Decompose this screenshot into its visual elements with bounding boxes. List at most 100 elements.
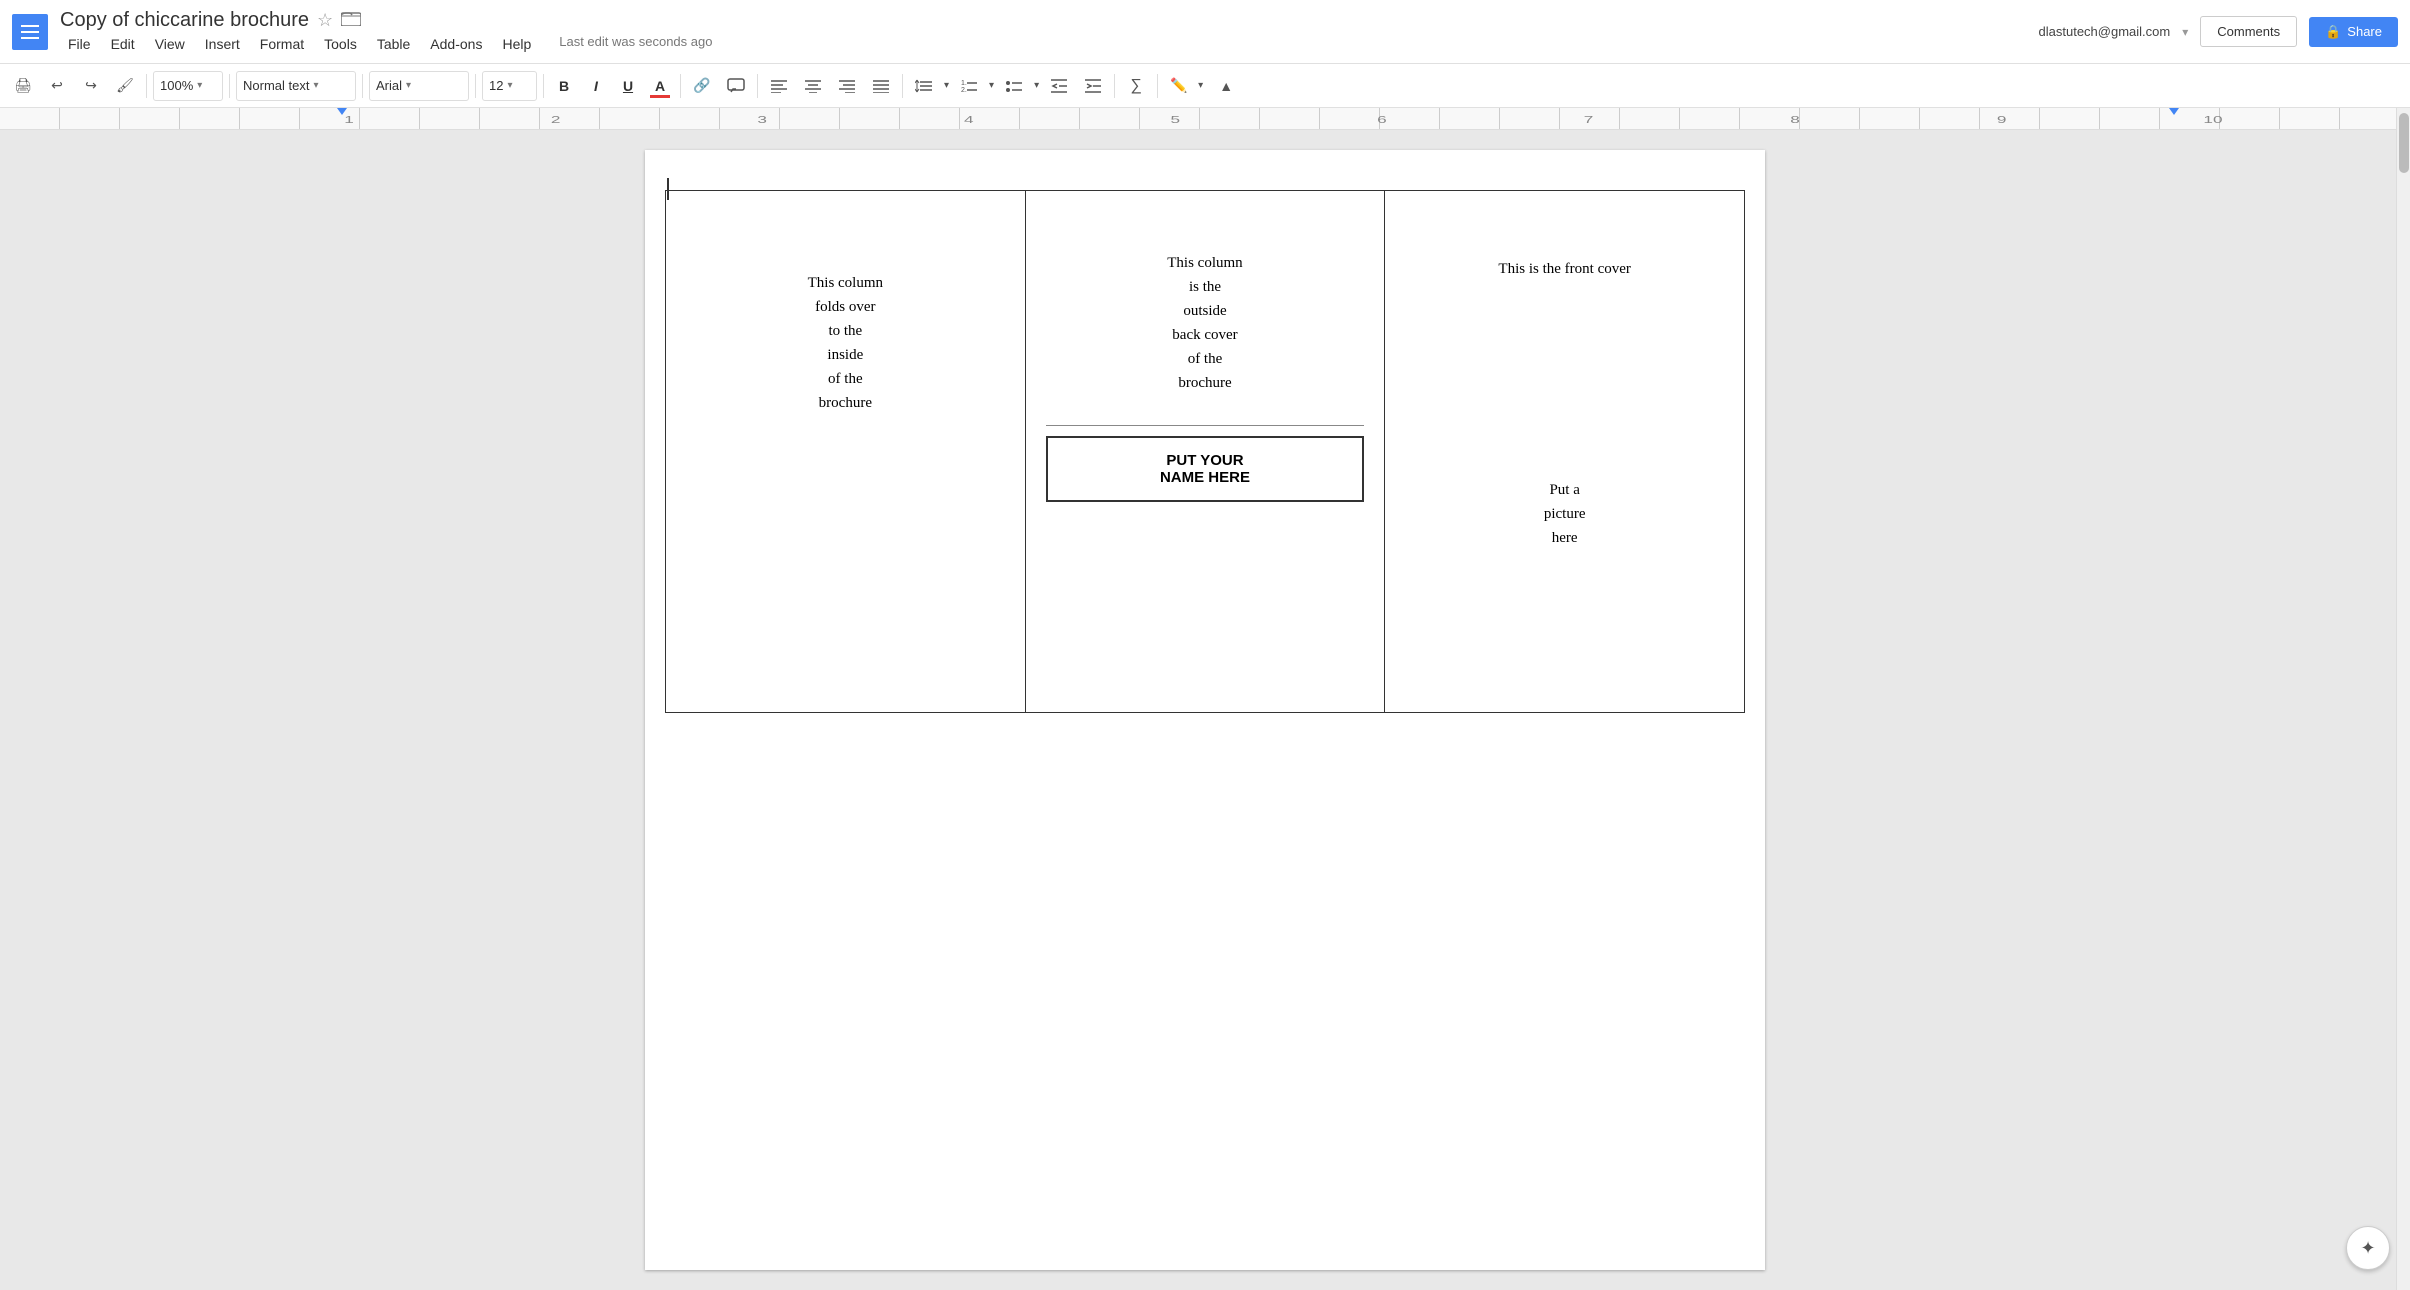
decrease-indent-button[interactable]	[1044, 71, 1074, 101]
text-color-button[interactable]: A	[646, 72, 674, 100]
font-selector[interactable]: Arial ▾	[369, 71, 469, 101]
zoom-value: 100%	[160, 78, 193, 93]
page: This column folds over to the inside of …	[645, 150, 1765, 1270]
column-3-top-text: This is the front cover	[1405, 211, 1724, 478]
separator-7	[757, 74, 758, 98]
folder-icon	[341, 10, 361, 31]
numbered-list-button[interactable]: 1.2.	[954, 71, 984, 101]
document-title-area: Copy of chiccarine brochure ☆ File Edit …	[60, 9, 2039, 54]
font-value: Arial	[376, 78, 402, 93]
scrollbar-thumb[interactable]	[2399, 113, 2409, 173]
separator-3	[362, 74, 363, 98]
separator-4	[475, 74, 476, 98]
size-value: 12	[489, 78, 503, 93]
svg-text:6: 6	[1377, 114, 1387, 125]
menu-edit[interactable]: Edit	[103, 34, 143, 54]
ruler: 1 2 3 4 5 6 7 8 9 10	[0, 108, 2410, 130]
explore-button[interactable]: ✦	[2346, 1226, 2390, 1270]
separator-2	[229, 74, 230, 98]
style-value: Normal text	[243, 78, 309, 93]
share-label: Share	[2347, 24, 2382, 39]
svg-text:2: 2	[551, 114, 561, 125]
italic-button[interactable]: I	[582, 72, 610, 100]
align-center-button[interactable]	[798, 71, 828, 101]
bullet-list-button[interactable]	[999, 71, 1029, 101]
font-arrow: ▾	[406, 80, 411, 91]
header-right: dlastutech@gmail.com ▾ Comments 🔒 Share	[2039, 16, 2398, 47]
size-arrow: ▾	[507, 80, 512, 91]
separator-1	[146, 74, 147, 98]
menu-table[interactable]: Table	[369, 34, 418, 54]
bold-button[interactable]: B	[550, 72, 578, 100]
menu-format[interactable]: Format	[252, 34, 312, 54]
insert-link-button[interactable]: 🔗	[687, 71, 717, 101]
column-1-text: This column folds over to the inside of …	[686, 211, 1005, 415]
name-box[interactable]: PUT YOUR NAME HERE	[1046, 436, 1365, 502]
undo-button[interactable]: ↩	[42, 71, 72, 101]
column-2-bottom-space	[1046, 512, 1365, 692]
column-2-top-text: This column is the outside back cover of…	[1046, 211, 1365, 415]
collapse-toolbar-button[interactable]: ▲	[1211, 71, 1241, 101]
pen-tool-button[interactable]: ✏️	[1164, 71, 1194, 101]
increase-indent-button[interactable]	[1078, 71, 1108, 101]
style-arrow: ▾	[313, 80, 318, 91]
column-2-cell[interactable]: This column is the outside back cover of…	[1025, 191, 1385, 713]
insert-comment-button[interactable]	[721, 71, 751, 101]
svg-text:2.: 2.	[961, 87, 967, 94]
separator-10	[1157, 74, 1158, 98]
svg-text:1: 1	[344, 114, 354, 125]
paint-format-button[interactable]: 🖌	[110, 71, 140, 101]
table-row: This column folds over to the inside of …	[666, 191, 1745, 713]
svg-text:7: 7	[1584, 114, 1594, 125]
comments-button[interactable]: Comments	[2200, 16, 2297, 47]
name-box-line2: NAME HERE	[1160, 469, 1250, 486]
align-left-button[interactable]	[764, 71, 794, 101]
document-title[interactable]: Copy of chiccarine brochure	[60, 9, 309, 32]
align-right-button[interactable]	[832, 71, 862, 101]
zoom-selector[interactable]: 100% ▾	[153, 71, 223, 101]
scrollbar-area	[2396, 108, 2410, 1290]
redo-button[interactable]: ↪	[76, 71, 106, 101]
separator-9	[1114, 74, 1115, 98]
style-selector[interactable]: Normal text ▾	[236, 71, 356, 101]
formula-button[interactable]: ∑	[1121, 71, 1151, 101]
brochure-table: This column folds over to the inside of …	[665, 190, 1745, 713]
menu-view[interactable]: View	[147, 34, 193, 54]
separator-8	[902, 74, 903, 98]
svg-text:4: 4	[964, 114, 974, 125]
star-icon[interactable]: ☆	[317, 10, 333, 31]
ruler-left-marker[interactable]	[337, 108, 347, 115]
menu-tools[interactable]: Tools	[316, 34, 365, 54]
menu-insert[interactable]: Insert	[197, 34, 248, 54]
menu-help[interactable]: Help	[494, 34, 539, 54]
lock-icon: 🔒	[2325, 24, 2341, 40]
ruler-svg: 1 2 3 4 5 6 7 8 9 10	[0, 108, 2410, 130]
user-email[interactable]: dlastutech@gmail.com	[2039, 24, 2171, 39]
zoom-arrow: ▾	[197, 80, 202, 91]
doc-title-row: Copy of chiccarine brochure ☆	[60, 9, 2039, 32]
explore-icon: ✦	[2360, 1238, 2375, 1259]
document-area: This column folds over to the inside of …	[0, 130, 2410, 1290]
size-selector[interactable]: 12 ▾	[482, 71, 537, 101]
print-button[interactable]: 🖨	[8, 71, 38, 101]
line-spacing-button[interactable]	[909, 71, 939, 101]
underline-button[interactable]: U	[614, 72, 642, 100]
toolbar: 🖨 ↩ ↪ 🖌 100% ▾ Normal text ▾ Arial ▾ 12 …	[0, 64, 2410, 108]
column-1-cell[interactable]: This column folds over to the inside of …	[666, 191, 1026, 713]
align-justify-button[interactable]	[866, 71, 896, 101]
column-3-cell[interactable]: This is the front cover Put a picture he…	[1385, 191, 1745, 713]
hamburger-icon[interactable]	[12, 14, 48, 50]
last-edit-status: Last edit was seconds ago	[559, 34, 712, 54]
top-bar: Copy of chiccarine brochure ☆ File Edit …	[0, 0, 2410, 64]
menu-file[interactable]: File	[60, 34, 99, 54]
column-3-bottom-text: Put a picture here	[1405, 478, 1724, 550]
app-menu-button[interactable]	[12, 14, 60, 50]
separator-6	[680, 74, 681, 98]
svg-text:1.: 1.	[961, 80, 967, 87]
ruler-right-marker[interactable]	[2169, 108, 2179, 115]
svg-text:8: 8	[1790, 114, 1800, 125]
menu-addons[interactable]: Add-ons	[422, 34, 490, 54]
share-button[interactable]: 🔒 Share	[2309, 17, 2398, 47]
svg-text:5: 5	[1171, 114, 1181, 125]
column-2-divider	[1046, 425, 1365, 426]
